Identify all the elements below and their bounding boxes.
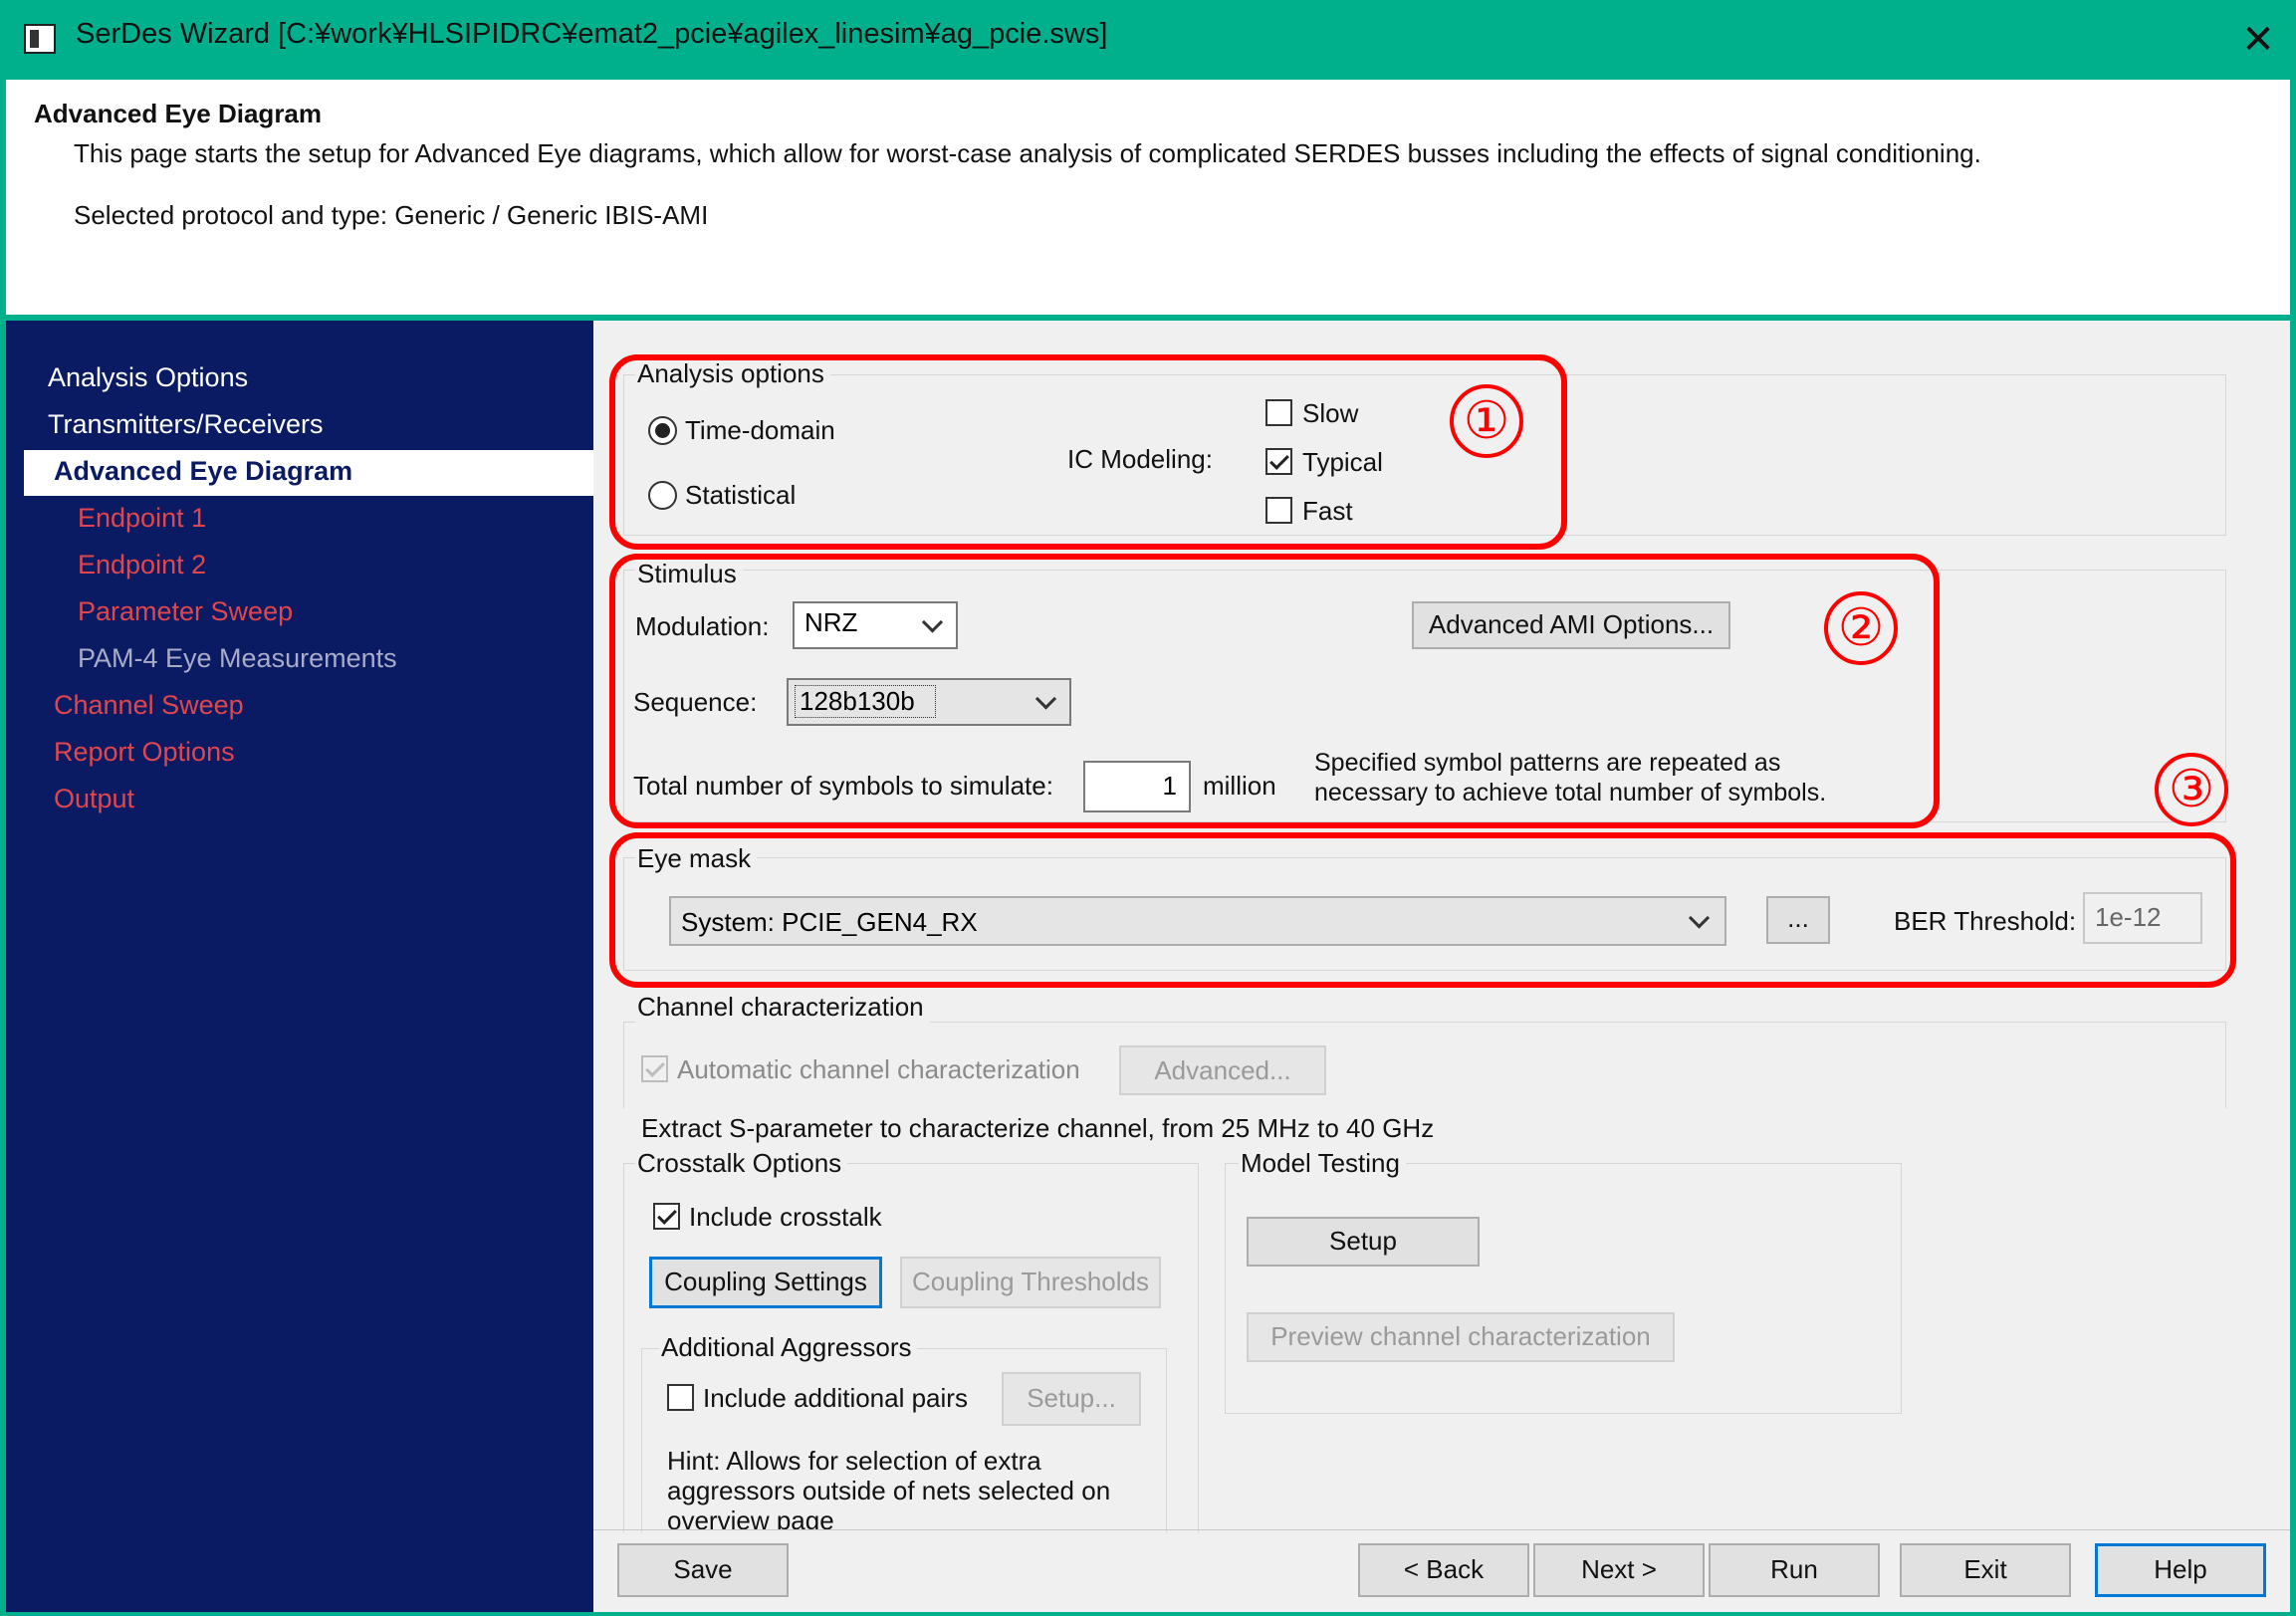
modulation-select[interactable]: NRZ: [793, 601, 958, 649]
ber-threshold-value: 1e-12: [2095, 902, 2162, 932]
hint-line3: overview page: [667, 1505, 834, 1529]
sequence-value: 128b130b: [795, 685, 936, 718]
eye-mask-browse-button[interactable]: ...: [1766, 896, 1830, 944]
time-domain-radio[interactable]: [648, 416, 677, 445]
page-description: This page starts the setup for Advanced …: [74, 138, 1981, 168]
eye-mask-value: System: PCIE_GEN4_RX: [681, 907, 978, 937]
next-button[interactable]: Next >: [1533, 1543, 1705, 1597]
title-bar: SerDes Wizard [C:¥work¥HLSIPIDRC¥emat2_p…: [0, 0, 2296, 80]
aggressor-setup-button[interactable]: Setup...: [1002, 1372, 1141, 1426]
help-button[interactable]: Help: [2095, 1543, 2266, 1597]
chevron-down-icon: [1688, 907, 1711, 929]
auto-channel-label: Automatic channel characterization: [677, 1054, 1080, 1084]
include-additional-pairs-label: Include additional pairs: [703, 1383, 968, 1413]
ber-threshold-label: BER Threshold:: [1894, 906, 2077, 936]
time-domain-label: Time-domain: [685, 415, 835, 445]
header-panel: Advanced Eye Diagram This page starts th…: [6, 80, 2290, 315]
sidebar-item-pam4-eye-measurements[interactable]: PAM-4 Eye Measurements: [78, 643, 397, 674]
sequence-select[interactable]: 128b130b: [787, 678, 1071, 726]
include-crosstalk-label: Include crosstalk: [689, 1202, 882, 1232]
analysis-options-title: Analysis options: [635, 358, 830, 389]
sidebar-item-parameter-sweep[interactable]: Parameter Sweep: [78, 596, 293, 627]
sidebar-item-report-options[interactable]: Report Options: [54, 737, 235, 768]
fast-label: Fast: [1302, 496, 1353, 526]
window-title: SerDes Wizard [C:¥work¥HLSIPIDRC¥emat2_p…: [76, 18, 1108, 50]
extract-sparam-text: Extract S-parameter to characterize chan…: [641, 1113, 1435, 1143]
ic-modeling-label: IC Modeling:: [1067, 444, 1213, 474]
back-button[interactable]: < Back: [1358, 1543, 1529, 1597]
advanced-ami-options-button[interactable]: Advanced AMI Options...: [1412, 601, 1730, 649]
chevron-down-icon: [921, 611, 944, 633]
run-button[interactable]: Run: [1709, 1543, 1880, 1597]
crosstalk-options-title: Crosstalk Options: [635, 1148, 848, 1179]
analysis-options-group: [623, 374, 2226, 536]
symbols-input[interactable]: 1: [1083, 761, 1191, 812]
ber-threshold-input[interactable]: 1e-12: [2083, 892, 2202, 944]
app-icon: [24, 24, 56, 54]
auto-channel-checkbox[interactable]: [641, 1055, 668, 1082]
model-testing-group: [1225, 1163, 1902, 1414]
symbols-value: 1: [1162, 771, 1177, 801]
page-title: Advanced Eye Diagram: [34, 99, 323, 128]
modulation-value: NRZ: [804, 607, 858, 637]
typical-checkbox[interactable]: [1265, 448, 1292, 475]
sidebar-item-output[interactable]: Output: [54, 784, 134, 814]
eye-mask-select[interactable]: System: PCIE_GEN4_RX: [669, 896, 1726, 946]
annotation-label-2: ②: [1824, 591, 1898, 665]
annotation-label-3: ③: [2155, 753, 2228, 826]
typical-label: Typical: [1302, 447, 1383, 477]
annotation-label-1: ①: [1450, 384, 1523, 458]
preview-channel-button[interactable]: Preview channel characterization: [1247, 1312, 1675, 1362]
model-testing-title: Model Testing: [1239, 1148, 1406, 1179]
sidebar-item-transmitters-receivers[interactable]: Transmitters/Receivers: [48, 409, 324, 440]
exit-button[interactable]: Exit: [1900, 1543, 2071, 1597]
slow-label: Slow: [1302, 398, 1359, 428]
modulation-label: Modulation:: [635, 611, 770, 641]
hint-line2: aggressors outside of nets selected on: [667, 1476, 1111, 1505]
symbols-note-line1: Specified symbol patterns are repeated a…: [1314, 749, 1781, 777]
fast-checkbox[interactable]: [1265, 497, 1292, 524]
slow-checkbox[interactable]: [1265, 399, 1292, 426]
model-setup-button[interactable]: Setup: [1247, 1217, 1480, 1267]
symbols-label: Total number of symbols to simulate:: [633, 771, 1053, 801]
statistical-radio[interactable]: [648, 481, 677, 510]
stimulus-title: Stimulus: [635, 559, 743, 589]
footer-divider: [593, 1529, 2290, 1530]
symbols-unit: million: [1203, 771, 1276, 801]
protocol-line: Selected protocol and type: Generic / Ge…: [74, 200, 709, 230]
save-button[interactable]: Save: [617, 1543, 789, 1597]
chevron-down-icon: [1034, 688, 1057, 710]
close-icon[interactable]: ✕: [2230, 12, 2286, 68]
coupling-settings-button[interactable]: Coupling Settings: [649, 1257, 882, 1308]
statistical-label: Statistical: [685, 480, 797, 510]
channel-advanced-button[interactable]: Advanced...: [1119, 1045, 1326, 1095]
additional-aggressors-title: Additional Aggressors: [659, 1332, 918, 1363]
sequence-label: Sequence:: [633, 687, 758, 717]
coupling-thresholds-button[interactable]: Coupling Thresholds: [900, 1257, 1161, 1308]
channel-characterization-title: Channel characterization: [635, 992, 930, 1023]
symbols-note-line2: necessary to achieve total number of sym…: [1314, 779, 1827, 807]
sidebar-item-advanced-eye-diagram[interactable]: Advanced Eye Diagram: [54, 456, 352, 487]
sidebar-item-endpoint-1[interactable]: Endpoint 1: [78, 503, 206, 534]
include-crosstalk-checkbox[interactable]: [653, 1203, 680, 1230]
include-additional-pairs-checkbox[interactable]: [667, 1384, 694, 1411]
sidebar-item-analysis-options[interactable]: Analysis Options: [48, 362, 248, 393]
eye-mask-title: Eye mask: [635, 843, 758, 874]
hint-line1: Hint: Allows for selection of extra: [667, 1446, 1041, 1476]
sidebar-item-channel-sweep[interactable]: Channel Sweep: [54, 690, 244, 721]
sidebar-item-endpoint-2[interactable]: Endpoint 2: [78, 550, 206, 580]
